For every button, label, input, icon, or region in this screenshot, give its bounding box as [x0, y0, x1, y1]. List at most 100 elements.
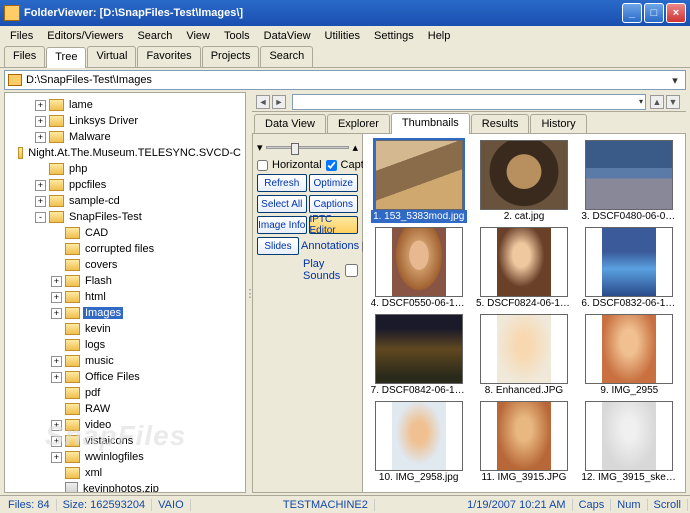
tree-node[interactable]: +Office Files	[7, 369, 243, 385]
tree-node[interactable]: +Malware	[7, 129, 243, 145]
expand-icon[interactable]: +	[51, 292, 62, 303]
tree-node[interactable]: +Linksys Driver	[7, 113, 243, 129]
captions-button[interactable]: Captions	[309, 195, 359, 213]
expand-icon[interactable]: +	[35, 180, 46, 191]
view-tab-explorer[interactable]: Explorer	[327, 114, 390, 133]
thumbnail[interactable]: 10. IMG_2958.jpg	[369, 401, 468, 484]
expand-icon[interactable]: +	[51, 436, 62, 447]
menu-tools[interactable]: Tools	[218, 28, 256, 44]
captions-checkbox[interactable]	[326, 160, 337, 171]
image-info-button[interactable]: Image Info	[257, 216, 307, 234]
nav-up-button[interactable]: ▲	[650, 95, 664, 109]
horizontal-checkbox[interactable]	[257, 160, 268, 171]
tree-tab-favorites[interactable]: Favorites	[137, 46, 200, 67]
maximize-button[interactable]: □	[644, 3, 664, 23]
tree-tab-virtual[interactable]: Virtual	[87, 46, 136, 67]
thumbnail[interactable]: 11. IMG_3915.JPG	[474, 401, 573, 484]
tree-label: CAD	[83, 227, 110, 239]
tree-node[interactable]: +Flash	[7, 273, 243, 289]
close-button[interactable]: ×	[666, 3, 686, 23]
tree-node[interactable]: +vistaicons	[7, 433, 243, 449]
tree-tab-search[interactable]: Search	[260, 46, 313, 67]
menu-view[interactable]: View	[180, 28, 216, 44]
tree-node[interactable]: covers	[7, 257, 243, 273]
tree-label: kevin	[83, 323, 113, 335]
menu-editorsviewers[interactable]: Editors/Viewers	[41, 28, 129, 44]
tree-node[interactable]: logs	[7, 337, 243, 353]
tree-node[interactable]: +wwinlogfiles	[7, 449, 243, 465]
tree-node[interactable]: +music	[7, 353, 243, 369]
expand-icon[interactable]: +	[51, 356, 62, 367]
tree-node[interactable]: Night.At.The.Museum.TELESYNC.SVCD-C	[7, 145, 243, 161]
menu-files[interactable]: Files	[4, 28, 39, 44]
folder-icon	[49, 179, 64, 191]
size-slider[interactable]: ▾ ▴	[257, 138, 358, 156]
tree-node[interactable]: kevin	[7, 321, 243, 337]
view-tab-history[interactable]: History	[530, 114, 586, 133]
thumbnail[interactable]: 5. DSCF0824-06-1227.JPG	[474, 227, 573, 310]
expand-icon[interactable]: -	[35, 212, 46, 223]
tree-node[interactable]: kevinphotos.zip	[7, 481, 243, 493]
expand-icon[interactable]: +	[51, 308, 62, 319]
expand-icon[interactable]: +	[35, 196, 46, 207]
tree-label: pdf	[83, 387, 102, 399]
thumbnail[interactable]: 8. Enhanced.JPG	[474, 314, 573, 397]
play-sounds-checkbox[interactable]	[345, 264, 358, 277]
thumbnail[interactable]: 9. IMG_2955	[580, 314, 679, 397]
tree-tab-projects[interactable]: Projects	[202, 46, 260, 67]
nav-combo[interactable]	[292, 94, 646, 110]
tree-node[interactable]: +Images	[7, 305, 243, 321]
expand-icon[interactable]: +	[35, 100, 46, 111]
expand-icon[interactable]: +	[35, 116, 46, 127]
slider-inc[interactable]: ▴	[352, 141, 358, 154]
menu-dataview[interactable]: DataView	[258, 28, 317, 44]
tree-node[interactable]: xml	[7, 465, 243, 481]
path-combo[interactable]: D:\SnapFiles-Test\Images ▾	[4, 70, 686, 90]
tree-node[interactable]: php	[7, 161, 243, 177]
thumbnails-area[interactable]: 1. 153_5383mod.jpg2. cat.jpg3. DSCF0480-…	[363, 134, 685, 492]
expand-icon[interactable]: +	[51, 420, 62, 431]
menu-settings[interactable]: Settings	[368, 28, 420, 44]
tree-node[interactable]: corrupted files	[7, 241, 243, 257]
slider-dec[interactable]: ▾	[257, 141, 263, 154]
tree-node[interactable]: +video	[7, 417, 243, 433]
nav-fwd-button[interactable]: ►	[272, 95, 286, 109]
tree-node[interactable]: RAW	[7, 401, 243, 417]
thumbnail[interactable]: 7. DSCF0842-06-1227.JPG	[369, 314, 468, 397]
refresh-button[interactable]: Refresh	[257, 174, 307, 192]
thumbnail[interactable]: 3. DSCF0480-06-0903.JPG	[580, 140, 679, 223]
thumbnail[interactable]: 1. 153_5383mod.jpg	[369, 140, 468, 223]
view-tab-thumbnails[interactable]: Thumbnails	[391, 113, 470, 134]
tree-tab-files[interactable]: Files	[4, 46, 45, 67]
expand-icon[interactable]: +	[51, 452, 62, 463]
thumbnail[interactable]: 2. cat.jpg	[474, 140, 573, 223]
select-all-button[interactable]: Select All	[257, 195, 307, 213]
slides-button[interactable]: Slides	[257, 237, 299, 255]
tree-node[interactable]: +sample-cd	[7, 193, 243, 209]
nav-down-button[interactable]: ▼	[666, 95, 680, 109]
menu-utilities[interactable]: Utilities	[319, 28, 366, 44]
expand-icon[interactable]: +	[51, 276, 62, 287]
tree-tab-tree[interactable]: Tree	[46, 47, 86, 68]
thumbnail[interactable]: 6. DSCF0832-06-1227.JPG	[580, 227, 679, 310]
tree-panel[interactable]: +lame+Linksys Driver+MalwareNight.At.The…	[4, 92, 246, 493]
expand-icon[interactable]: +	[51, 372, 62, 383]
menu-search[interactable]: Search	[131, 28, 178, 44]
tree-node[interactable]: pdf	[7, 385, 243, 401]
view-tab-results[interactable]: Results	[471, 114, 530, 133]
tree-node[interactable]: -SnapFiles-Test	[7, 209, 243, 225]
tree-node[interactable]: CAD	[7, 225, 243, 241]
thumbnail[interactable]: 12. IMG_3915_sketch.JPG	[580, 401, 679, 484]
tree-node[interactable]: +html	[7, 289, 243, 305]
tree-node[interactable]: +lame	[7, 97, 243, 113]
nav-back-button[interactable]: ◄	[256, 95, 270, 109]
expand-icon[interactable]: +	[35, 132, 46, 143]
view-tab-dataview[interactable]: Data View	[254, 114, 326, 133]
minimize-button[interactable]: _	[622, 3, 642, 23]
tree-node[interactable]: +ppcfiles	[7, 177, 243, 193]
optimize-button[interactable]: Optimize	[309, 174, 359, 192]
menu-help[interactable]: Help	[422, 28, 457, 44]
chevron-down-icon[interactable]: ▾	[668, 74, 682, 87]
iptc-editor-button[interactable]: IPTC Editor	[309, 216, 359, 234]
thumbnail[interactable]: 4. DSCF0550-06-1001.JPG	[369, 227, 468, 310]
